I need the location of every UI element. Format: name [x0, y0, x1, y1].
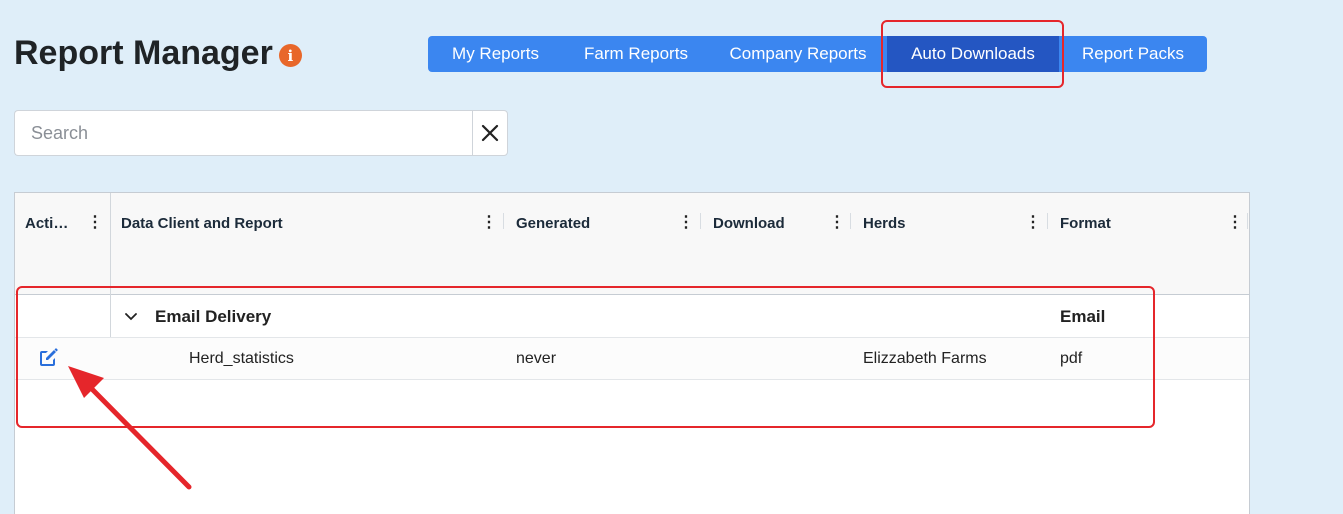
column-header-label: Format [1060, 214, 1111, 232]
column-header-actions[interactable]: Acti… ⋮ [25, 193, 110, 253]
clear-search-button[interactable] [472, 110, 508, 156]
column-header-report[interactable]: Data Client and Report ⋮ [121, 193, 511, 253]
search-input[interactable] [14, 110, 472, 156]
column-header-label: Acti… [25, 214, 69, 232]
page-title-text: Report Manager [14, 34, 273, 72]
kebab-menu-icon[interactable]: ⋮ [1025, 215, 1041, 231]
tab-report-packs[interactable]: Report Packs [1059, 36, 1207, 72]
column-header-label: Data Client and Report [121, 214, 283, 232]
kebab-menu-icon[interactable]: ⋮ [678, 215, 694, 231]
column-header-format[interactable]: Format ⋮ [1060, 193, 1245, 253]
column-header-herds[interactable]: Herds ⋮ [863, 193, 1059, 253]
column-separator [850, 213, 851, 229]
kebab-menu-icon[interactable]: ⋮ [1227, 215, 1243, 231]
kebab-menu-icon[interactable]: ⋮ [481, 215, 497, 231]
highlight-box-tab [881, 20, 1064, 88]
page-title: Report Manager i [14, 34, 302, 73]
column-header-label: Herds [863, 214, 906, 232]
grid-header: Acti… ⋮ Data Client and Report ⋮ Generat… [15, 193, 1249, 295]
highlight-box-rows [16, 286, 1155, 428]
column-separator [700, 213, 701, 229]
tab-farm-reports[interactable]: Farm Reports [563, 36, 709, 72]
search-bar [14, 110, 508, 156]
column-header-download[interactable]: Download ⋮ [713, 193, 863, 253]
tab-my-reports[interactable]: My Reports [428, 36, 563, 72]
column-header-label: Generated [516, 214, 591, 232]
column-header-label: Download [713, 214, 785, 232]
info-icon[interactable]: i [278, 44, 302, 67]
column-separator [503, 213, 504, 229]
kebab-menu-icon[interactable]: ⋮ [87, 215, 103, 231]
tab-company-reports[interactable]: Company Reports [709, 36, 887, 72]
report-tabs: My Reports Farm Reports Company Reports … [428, 36, 1207, 72]
column-header-generated[interactable]: Generated ⋮ [516, 193, 712, 253]
column-separator [1047, 213, 1048, 229]
column-separator [1247, 213, 1248, 229]
close-icon [481, 124, 499, 142]
kebab-menu-icon[interactable]: ⋮ [829, 215, 845, 231]
